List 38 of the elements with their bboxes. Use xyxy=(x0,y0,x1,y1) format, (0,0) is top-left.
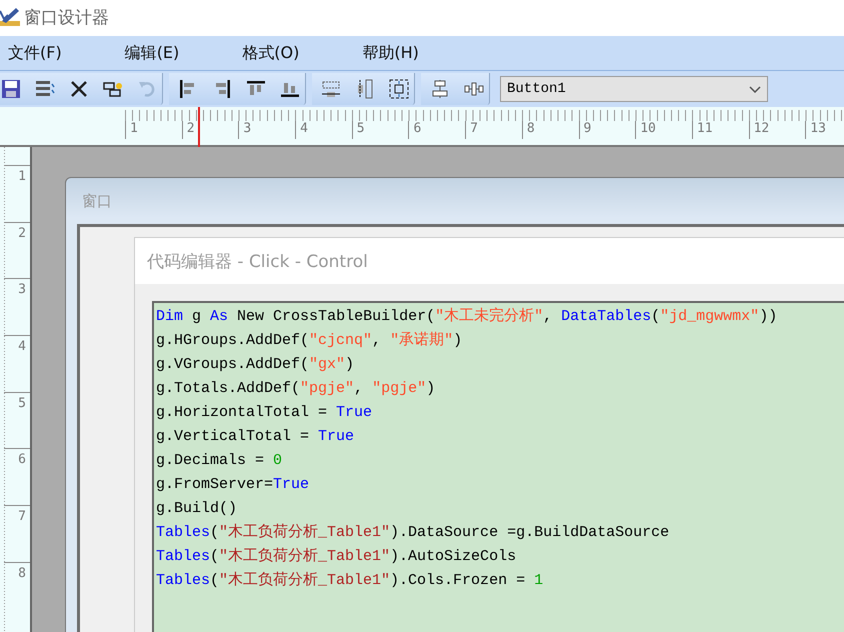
menu-item[interactable]: 帮助(H) xyxy=(354,42,427,64)
code-line: Tables("木工负荷分析_Table1").DataSource =g.BuildDataSource xyxy=(156,522,670,543)
caret-icon xyxy=(749,86,761,92)
control-dropdown[interactable]: Button1 xyxy=(500,76,768,102)
same-size-icon[interactable] xyxy=(388,78,410,100)
code-line: g.Totals.AddDef("pgje", "pgje") xyxy=(156,379,436,399)
code-line: g.VerticalTotal = True xyxy=(156,427,354,447)
ruler-label: 3 xyxy=(238,121,296,139)
code-line: g.Decimals = 0 xyxy=(156,451,282,471)
code-line: g.VGroups.AddDef("gx") xyxy=(156,355,354,375)
code-line: Tables("木工负荷分析_Table1").AutoSizeCols xyxy=(156,546,516,567)
ruler-label: 9 xyxy=(578,121,636,139)
form-title: 窗口 xyxy=(82,192,112,210)
ruler-label: 7 xyxy=(465,121,522,139)
ruler-label: 12 xyxy=(748,121,806,139)
code-line: g.HGroups.AddDef("cjcnq", "承诺期") xyxy=(156,330,462,351)
code-line: Dim g As New CrossTableBuilder("木工未完分析", DataTables("jd_mgwwmx")) xyxy=(156,306,778,327)
ruler-label: 4 xyxy=(295,121,352,139)
dialog-title: 代码编辑器 - Click - Control xyxy=(147,250,368,272)
menu-item[interactable]: 编辑(E) xyxy=(116,42,188,64)
code-line: g.FromServer=True xyxy=(156,475,310,495)
ruler-label: 8 xyxy=(522,121,578,139)
menu-item[interactable]: 文件(F) xyxy=(0,42,70,64)
app-icon xyxy=(0,7,20,27)
ruler-marker xyxy=(198,107,200,147)
menu-item[interactable]: 格式(O) xyxy=(234,42,308,64)
ruler-label: 5 xyxy=(352,121,408,139)
save-icon[interactable] xyxy=(0,78,22,100)
code-line: g.Build() xyxy=(156,499,238,519)
code-line: Tables("木工负荷分析_Table1").Cols.Frozen = 1 xyxy=(156,570,544,591)
ruler-label: 10 xyxy=(635,121,692,139)
ruler-label: 11 xyxy=(692,121,749,139)
window-title: 窗口设计器 xyxy=(24,6,109,28)
code-editor[interactable] xyxy=(152,301,844,632)
ruler-label: 13 xyxy=(805,121,844,139)
code-line: g.HorizontalTotal = True xyxy=(156,403,372,423)
ruler-label: 6 xyxy=(408,121,466,139)
ruler-label: 1 xyxy=(125,121,182,139)
